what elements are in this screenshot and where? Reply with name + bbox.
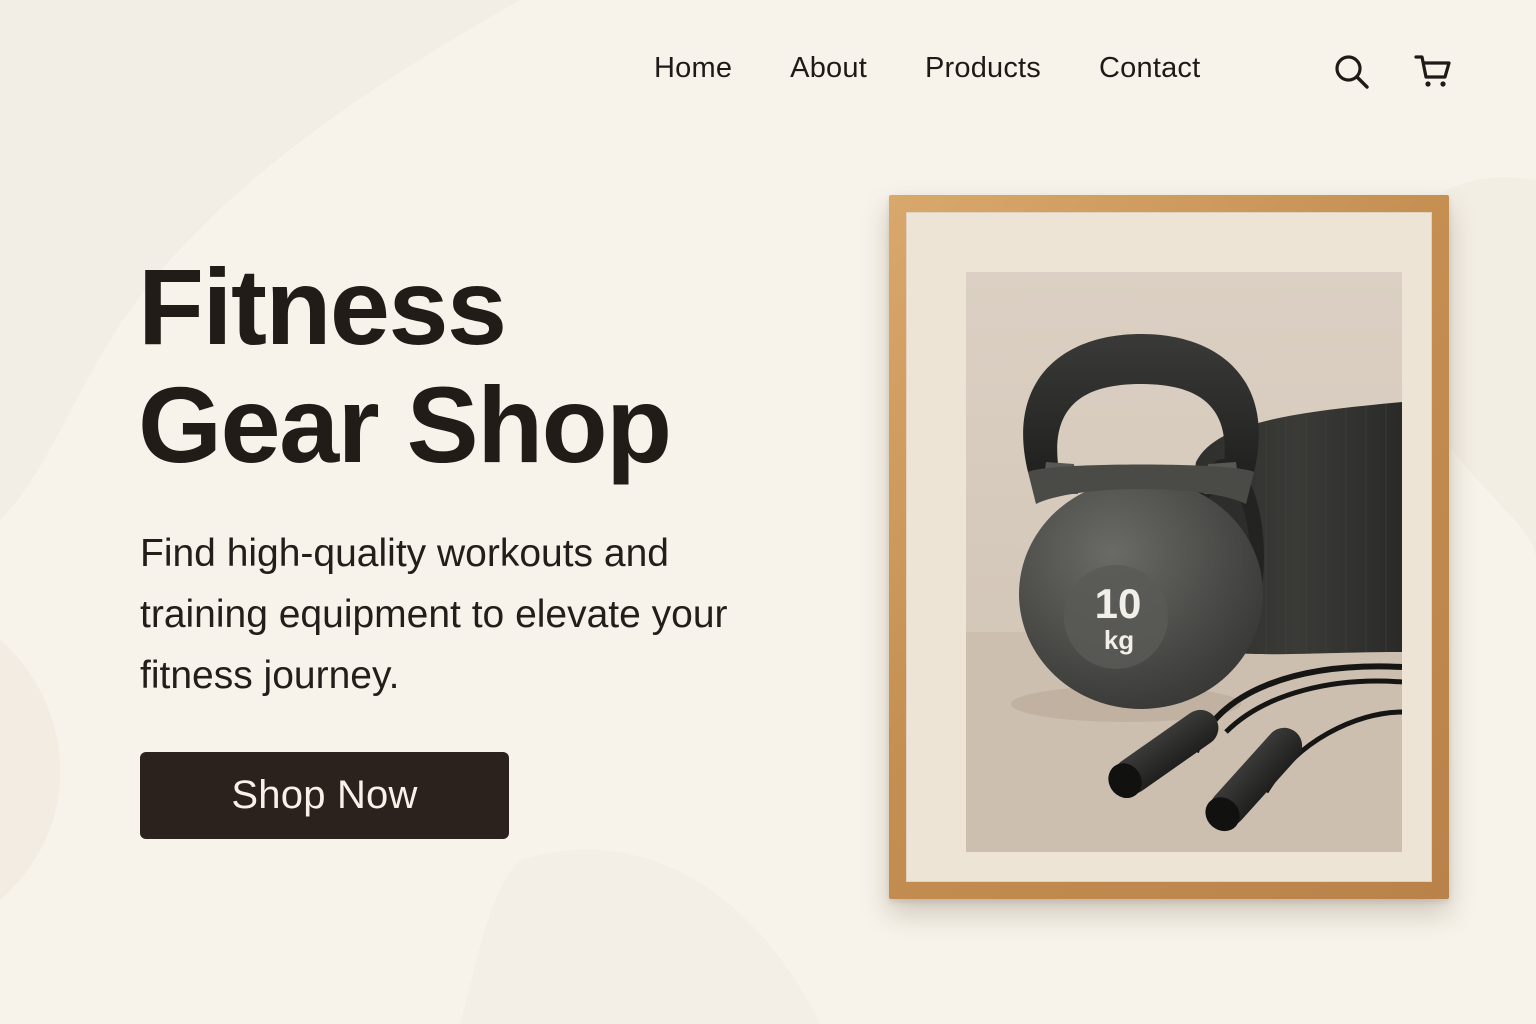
nav-products-link[interactable]: Products [925, 52, 1041, 85]
search-icon [1335, 55, 1369, 89]
hero-title: Fitness Gear Shop [138, 246, 672, 485]
nav-about-link[interactable]: About [790, 52, 867, 85]
header-actions [1332, 52, 1454, 92]
hero-subtitle: Find high-quality workouts and training … [140, 532, 728, 697]
main-nav: Home About Products Contact [654, 52, 1200, 85]
search-button[interactable] [1332, 52, 1372, 92]
frame-mat: 10 kg [906, 212, 1432, 882]
shop-now-button[interactable]: Shop Now [140, 752, 509, 839]
fitness-gear-illustration: 10 kg [966, 272, 1402, 852]
framed-product-image: 10 kg [889, 195, 1449, 899]
kettlebell-weight-number: 10 [1095, 580, 1142, 627]
product-photo: 10 kg [966, 272, 1402, 852]
nav-home-link[interactable]: Home [654, 52, 732, 85]
kettlebell-weight-unit: kg [1104, 625, 1134, 655]
cart-icon [1414, 55, 1451, 87]
nav-contact-link[interactable]: Contact [1099, 52, 1200, 85]
hero-title-line1: Fitness [138, 246, 507, 367]
cart-button[interactable] [1414, 52, 1454, 92]
hero-title-line2: Gear Shop [138, 364, 672, 485]
